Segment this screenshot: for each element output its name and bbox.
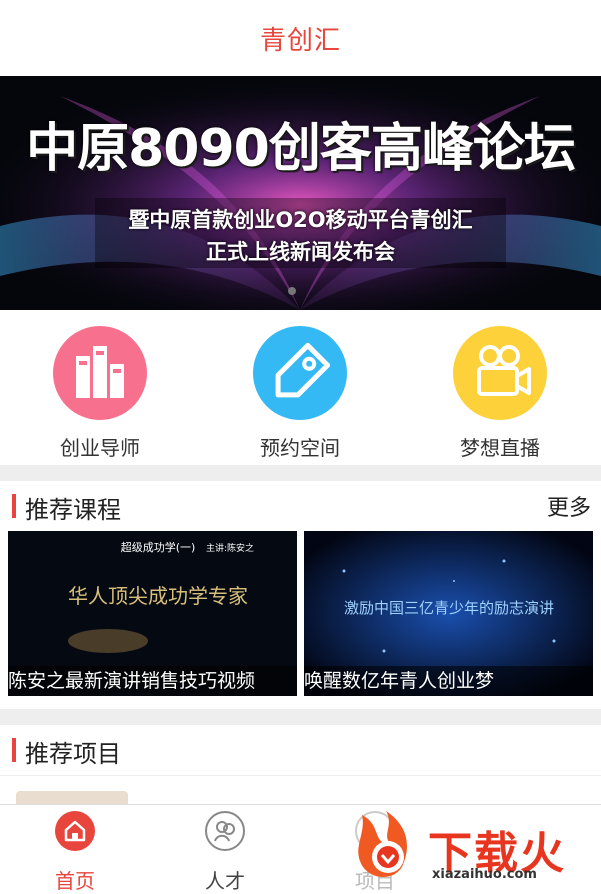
course-card[interactable]: 激励中国三亿青少年的励志演讲 唤醒数亿年青人创业梦 (304, 531, 593, 696)
project-list (0, 775, 601, 811)
app-header: 青创汇 (0, 0, 601, 76)
app-title: 青创汇 (259, 25, 341, 56)
course-overlay-main: 激励中国三亿青少年的励志演讲 (344, 599, 554, 617)
pagination-dot (288, 287, 296, 295)
course-overlay-top: 超级成功学(一) (121, 540, 196, 554)
home-icon (55, 811, 95, 851)
quick-entry-live[interactable]: 梦想直播 (425, 326, 575, 461)
promo-banner[interactable]: 中原8090创客高峰论坛 暨中原首款创业O2O移动平台青创汇 正式上线新闻发布会 (0, 76, 601, 310)
banner-subtitle-line2: 正式上线新闻发布会 (206, 240, 395, 264)
bottom-tab-bar: 首页 人才 项目 下载火 xiazaihuo.com (0, 804, 601, 893)
quick-entry-space[interactable]: 预约空间 (225, 326, 375, 461)
books-icon (53, 326, 147, 420)
banner-subtitle-line1: 暨中原首款创业O2O移动平台青创汇 (128, 208, 473, 232)
quick-entry-label: 梦想直播 (460, 436, 540, 460)
quick-entry-label: 预约空间 (260, 436, 340, 460)
tab-home[interactable]: 首页 (15, 811, 135, 894)
courses-section-header: 推荐课程 更多 (0, 481, 601, 531)
quick-entry-mentor[interactable]: 创业导师 (25, 326, 175, 461)
flame-icon (358, 811, 407, 878)
banner-title: 中原8090创客高峰论坛 (26, 119, 576, 179)
course-overlay-speaker: 主讲:陈安之 (206, 542, 254, 554)
projects-section-header: 推荐项目 (0, 725, 601, 775)
quick-entry-grid: 创业导师 预约空间 梦想直播 (0, 310, 601, 465)
section-divider (0, 709, 601, 725)
watermark-sub: xiazaihuo.com (432, 867, 537, 882)
course-list: 超级成功学(一) 主讲:陈安之 华人顶尖成功学专家 陈安之最新演讲销售技巧视频 … (0, 531, 601, 709)
banner-pagination (288, 287, 296, 295)
tab-label: 首页 (55, 869, 95, 893)
section-title: 推荐课程 (25, 496, 121, 524)
quick-entry-label: 创业导师 (60, 436, 140, 460)
course-caption: 陈安之最新演讲销售技巧视频 (8, 666, 297, 696)
tab-label: 人才 (205, 869, 245, 893)
video-camera-icon (453, 326, 547, 420)
tag-icon (253, 326, 347, 420)
watermark-logo: 下载火 xiazaihuo.com (352, 805, 601, 887)
course-overlay-main: 华人顶尖成功学专家 (68, 584, 248, 608)
people-icon (205, 811, 245, 851)
section-title: 推荐项目 (25, 740, 121, 768)
course-caption: 唤醒数亿年青人创业梦 (304, 666, 593, 696)
tab-talent[interactable]: 人才 (165, 811, 285, 894)
section-accent-bar (12, 738, 16, 762)
section-accent-bar (12, 494, 16, 518)
more-courses-link[interactable]: 更多 (547, 490, 591, 522)
course-card[interactable]: 超级成功学(一) 主讲:陈安之 华人顶尖成功学专家 陈安之最新演讲销售技巧视频 (8, 531, 297, 696)
section-divider (0, 465, 601, 481)
